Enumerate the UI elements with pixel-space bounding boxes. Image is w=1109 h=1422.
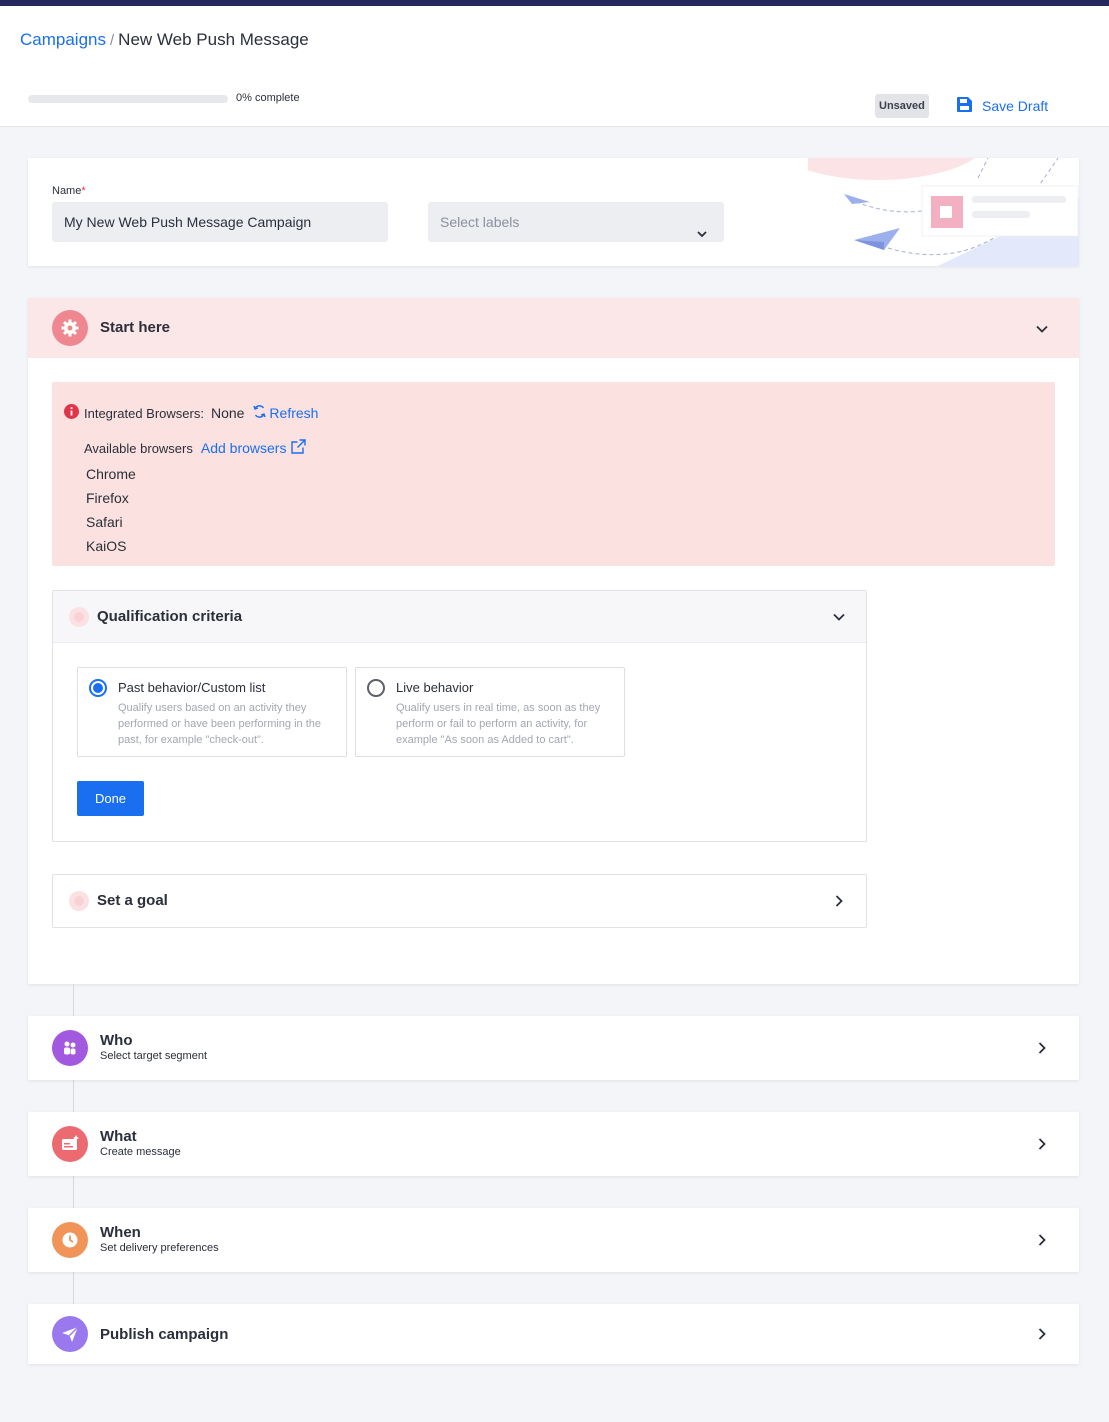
integrated-browsers-row: Integrated Browsers: None Refresh [84, 404, 318, 422]
chevron-right-icon[interactable] [1035, 1041, 1049, 1060]
done-button[interactable]: Done [77, 781, 144, 816]
floppy-disk-icon [956, 96, 973, 116]
integration-alert: Integrated Browsers: None Refresh Availa… [52, 382, 1055, 566]
breadcrumb: Campaigns / New Web Push Message [20, 30, 309, 50]
refresh-icon [252, 404, 267, 422]
breadcrumb-separator: / [110, 32, 115, 49]
list-item: Chrome [86, 466, 136, 482]
step-who-subtitle: Select target segment [100, 1050, 208, 1062]
refresh-button[interactable]: Refresh [252, 404, 318, 422]
gear-icon [52, 310, 88, 346]
paper-plane-illustration [808, 158, 1079, 266]
step-connector [73, 984, 74, 1016]
breadcrumb-campaigns-link[interactable]: Campaigns [20, 30, 106, 49]
set-goal-card[interactable]: Set a goal [52, 874, 867, 928]
step-when-card[interactable]: When Set delivery preferences [28, 1208, 1079, 1272]
list-item: Firefox [86, 490, 129, 506]
paper-plane-icon [52, 1316, 88, 1352]
message-icon [52, 1126, 88, 1162]
past-behavior-radio[interactable] [89, 679, 107, 697]
list-item: KaiOS [86, 538, 127, 554]
available-browsers-label: Available browsers [84, 440, 193, 456]
status-badge: Unsaved [875, 94, 929, 118]
campaign-name-card: Name* My New Web Push Message Campaign S… [28, 158, 1079, 266]
step-connector [73, 1176, 74, 1208]
past-behavior-title: Past behavior/Custom list [118, 680, 266, 695]
name-label: Name* [52, 185, 86, 197]
step-what-subtitle: Create message [100, 1146, 181, 1158]
past-behavior-description: Qualify users based on an activity they … [118, 702, 322, 746]
step-what-title: What [100, 1128, 137, 1145]
live-behavior-description: Qualify users in real time, as soon as t… [396, 702, 601, 746]
save-draft-button[interactable]: Save Draft [956, 91, 1048, 121]
step-publish-card[interactable]: Publish campaign [28, 1304, 1079, 1364]
info-icon [64, 404, 79, 424]
chevron-right-icon[interactable] [1035, 1233, 1049, 1252]
chevron-down-icon [696, 215, 708, 255]
chevron-right-icon[interactable] [1035, 1137, 1049, 1156]
live-behavior-title: Live behavior [396, 680, 474, 695]
live-behavior-option[interactable]: Live behavior Qualify users in real time… [355, 667, 625, 757]
chevron-down-icon[interactable] [832, 610, 846, 629]
qualification-criteria-card: Qualification criteria Past behavior/Cus… [52, 590, 867, 842]
start-here-card: Start here Integrated Browsers: None Ref… [28, 298, 1079, 984]
step-what-card[interactable]: What Create message [28, 1112, 1079, 1176]
step-status-dot [69, 607, 89, 627]
live-behavior-radio[interactable] [367, 679, 385, 697]
past-behavior-option[interactable]: Past behavior/Custom list Qualify users … [77, 667, 347, 757]
page-header: Campaigns / New Web Push Message 0% comple… [0, 6, 1109, 127]
start-here-title: Start here [100, 319, 171, 336]
available-browsers-row: Available browsers Add browsers [84, 438, 307, 458]
clock-icon [52, 1222, 88, 1258]
chevron-right-icon[interactable] [832, 894, 846, 913]
step-who-card[interactable]: Who Select target segment [28, 1016, 1079, 1080]
step-status-dot [69, 891, 89, 911]
integrated-browsers-value: None [210, 405, 245, 421]
add-browsers-label: Add browsers [200, 440, 287, 456]
qualification-criteria-title: Qualification criteria [97, 608, 243, 625]
campaign-name-input[interactable]: My New Web Push Message Campaign [52, 202, 388, 242]
integrated-browsers-label: Integrated Browsers: [84, 405, 204, 421]
chevron-down-icon[interactable] [1035, 322, 1049, 341]
step-when-title: When [100, 1224, 141, 1241]
qualification-criteria-header[interactable]: Qualification criteria [53, 591, 866, 643]
step-connector [73, 1272, 74, 1304]
list-item: Safari [86, 514, 123, 530]
set-goal-title: Set a goal [97, 892, 168, 909]
step-who-title: Who [100, 1032, 133, 1049]
required-mark: * [81, 185, 86, 197]
start-here-header[interactable]: Start here [28, 298, 1079, 358]
progress-label: 0% complete [236, 92, 300, 104]
progress-bar [28, 95, 228, 103]
step-publish-title: Publish campaign [100, 1326, 229, 1343]
labels-placeholder: Select labels [440, 214, 520, 230]
page-title: New Web Push Message [118, 30, 309, 49]
step-connector [73, 1080, 74, 1112]
step-when-subtitle: Set delivery preferences [100, 1242, 219, 1254]
chevron-right-icon[interactable] [1035, 1327, 1049, 1346]
labels-select[interactable]: Select labels [428, 202, 724, 242]
users-icon [52, 1030, 88, 1066]
refresh-label: Refresh [269, 405, 319, 421]
external-link-icon [290, 438, 307, 458]
save-draft-label: Save Draft [982, 98, 1049, 114]
add-browsers-link[interactable]: Add browsers [201, 438, 308, 458]
browser-list: Chrome Firefox Safari KaiOS [86, 462, 136, 558]
